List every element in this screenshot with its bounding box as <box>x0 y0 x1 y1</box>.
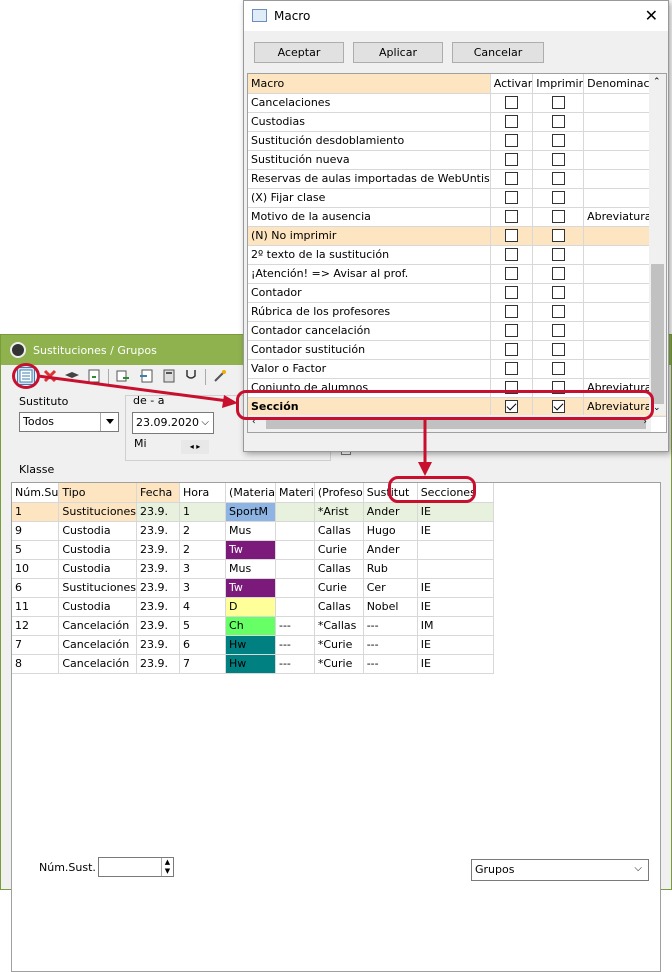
annotation-arrows <box>37 374 432 476</box>
